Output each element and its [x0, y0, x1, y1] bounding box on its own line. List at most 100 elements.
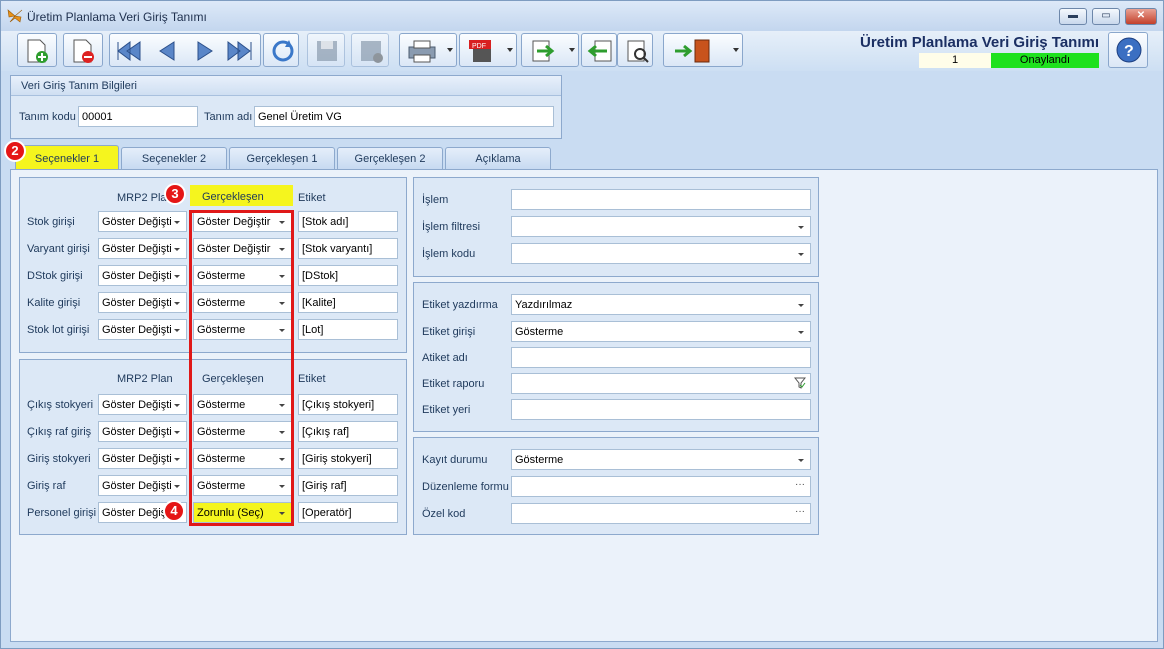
chevron-down-icon [174, 221, 180, 224]
save-close-button[interactable] [351, 33, 389, 67]
kayit-durumu-value: Gösterme [515, 454, 564, 466]
callout-badge-4: 4 [163, 500, 185, 522]
islem-input[interactable] [511, 189, 811, 210]
etiket-input[interactable]: [Giriş stokyeri] [298, 448, 398, 469]
mrp-plan-select[interactable]: Göster Değişti [98, 211, 187, 232]
kayit-durumu-select[interactable]: Gösterme [511, 449, 811, 470]
etiket-input[interactable]: [Giriş raf] [298, 475, 398, 496]
mrp-plan-select[interactable]: Göster Değişti [98, 475, 187, 496]
minimize-button[interactable]: ▬ [1059, 8, 1087, 25]
islem-kodu-label: İşlem kodu [422, 248, 476, 260]
row-label: Çıkış raf giriş [27, 426, 92, 438]
row-label: Stok lot girişi [27, 324, 90, 336]
tab-aciklama[interactable]: Açıklama [445, 147, 551, 169]
callout-badge-2: 2 [4, 140, 26, 162]
duzenleme-formu-label: Düzenleme formu [422, 481, 509, 493]
highlight-frame [189, 210, 294, 526]
etiket-raporu-label: Etiket raporu [422, 378, 485, 390]
report-filter-icon[interactable] [794, 377, 806, 389]
etiket-girisi-value: Gösterme [515, 326, 564, 338]
etiket-raporu-input[interactable] [511, 373, 811, 394]
tab-gerceklesen-2[interactable]: Gerçekleşen 2 [337, 147, 443, 169]
row-label: Giriş raf [27, 480, 66, 492]
tab-secenekler-1[interactable]: Seçenekler 1 [15, 145, 119, 171]
mrp-plan-value: Göster Değişti [102, 324, 172, 336]
tab-secenekler-2[interactable]: Seçenekler 2 [121, 147, 227, 169]
ellipsis-button[interactable]: ··· [795, 479, 805, 490]
islem-filtresi-select[interactable] [511, 216, 811, 237]
ozel-kod-label: Özel kod [422, 508, 466, 520]
mrp-plan-select[interactable]: Göster Değişti [98, 448, 187, 469]
row-label: Giriş stokyeri [27, 453, 91, 465]
next-record-icon[interactable] [190, 38, 218, 64]
save-button[interactable] [307, 33, 345, 67]
first-record-icon[interactable] [114, 38, 142, 64]
mrp-plan-select[interactable]: Göster Değişti [98, 292, 187, 313]
section2-col-mrp: MRP2 Plan [117, 373, 173, 385]
delete-document-icon [73, 39, 94, 63]
search-button[interactable] [617, 33, 653, 67]
name-input[interactable]: Genel Üretim VG [254, 106, 554, 127]
export-pdf-button[interactable]: PDF [459, 33, 517, 67]
ellipsis-button[interactable]: ··· [795, 506, 805, 517]
ozel-kod-input[interactable]: ··· [511, 503, 811, 524]
chevron-down-icon [798, 459, 804, 462]
app-window: Üretim Planlama Veri Giriş Tanımı ▬ ▭ ✕ … [0, 0, 1164, 649]
etiket-input[interactable]: [Kalite] [298, 292, 398, 313]
etiket-yazdirma-value: Yazdırılmaz [515, 299, 573, 311]
etiket-yazdirma-select[interactable]: Yazdırılmaz [511, 294, 811, 315]
export-icon [532, 40, 555, 62]
help-button[interactable]: ? [1108, 32, 1148, 68]
pdf-save-icon: PDF [469, 40, 491, 62]
last-record-icon[interactable] [226, 38, 254, 64]
row-label: Çıkış stokyeri [27, 399, 94, 411]
maximize-button[interactable]: ▭ [1092, 8, 1120, 25]
etiket-input[interactable]: [Operatör] [298, 502, 398, 523]
refresh-button[interactable] [263, 33, 299, 67]
info-group: Veri Giriş Tanım Bilgileri Tanım kodu 00… [10, 75, 562, 139]
exit-button[interactable] [663, 33, 743, 67]
chevron-down-icon [174, 404, 180, 407]
tab-panel: MRP2 Plan Gerçekleşen Etiket Stok girişi… [10, 169, 1158, 642]
import-icon [587, 40, 612, 62]
record-number: 1 [919, 53, 991, 68]
duzenleme-formu-input[interactable]: ··· [511, 476, 811, 497]
etiket-input[interactable]: [Çıkış stokyeri] [298, 394, 398, 415]
export-button[interactable] [521, 33, 579, 67]
mrp-plan-select[interactable]: Göster Değişti [98, 394, 187, 415]
new-button[interactable] [17, 33, 57, 67]
svg-text:?: ? [1124, 43, 1134, 60]
islem-filtresi-label: İşlem filtresi [422, 221, 481, 233]
etiket-group: Etiket yazdırma Yazdırılmaz Etiket giriş… [413, 282, 819, 432]
mrp-plan-select[interactable]: Göster Değişti [98, 421, 187, 442]
mrp-plan-value: Göster Değişti [102, 426, 172, 438]
mrp-plan-value: Göster Değiş [102, 507, 167, 519]
etiket-input[interactable]: [Çıkış raf] [298, 421, 398, 442]
mrp-plan-value: Göster Değişti [102, 270, 172, 282]
import-button[interactable] [581, 33, 617, 67]
delete-button[interactable] [63, 33, 103, 67]
close-button[interactable]: ✕ [1125, 8, 1157, 25]
etiket-input[interactable]: [Stok adı] [298, 211, 398, 232]
atiket-adi-input[interactable] [511, 347, 811, 368]
etiket-input[interactable]: [Lot] [298, 319, 398, 340]
print-button[interactable] [399, 33, 457, 67]
etiket-input[interactable]: [Stok varyantı] [298, 238, 398, 259]
etiket-input[interactable]: [DStok] [298, 265, 398, 286]
mrp-plan-select[interactable]: Göster Değişti [98, 265, 187, 286]
code-input[interactable]: 00001 [78, 106, 198, 127]
previous-record-icon[interactable] [152, 38, 180, 64]
atiket-adi-label: Atiket adı [422, 352, 468, 364]
etiket-yeri-input[interactable] [511, 399, 811, 420]
mrp-plan-select[interactable]: Göster Değişti [98, 238, 187, 259]
mrp-plan-value: Göster Değişti [102, 216, 172, 228]
islem-kodu-select[interactable] [511, 243, 811, 264]
mrp-plan-select[interactable]: Göster Değişti [98, 319, 187, 340]
window-title: Üretim Planlama Veri Giriş Tanımı [27, 10, 207, 24]
chevron-down-icon [174, 485, 180, 488]
kayit-durumu-label: Kayıt durumu [422, 454, 488, 466]
mrp-plan-value: Göster Değişti [102, 297, 172, 309]
tab-gerceklesen-1[interactable]: Gerçekleşen 1 [229, 147, 335, 169]
etiket-girisi-select[interactable]: Gösterme [511, 321, 811, 342]
mrp-plan-value: Göster Değişti [102, 243, 172, 255]
